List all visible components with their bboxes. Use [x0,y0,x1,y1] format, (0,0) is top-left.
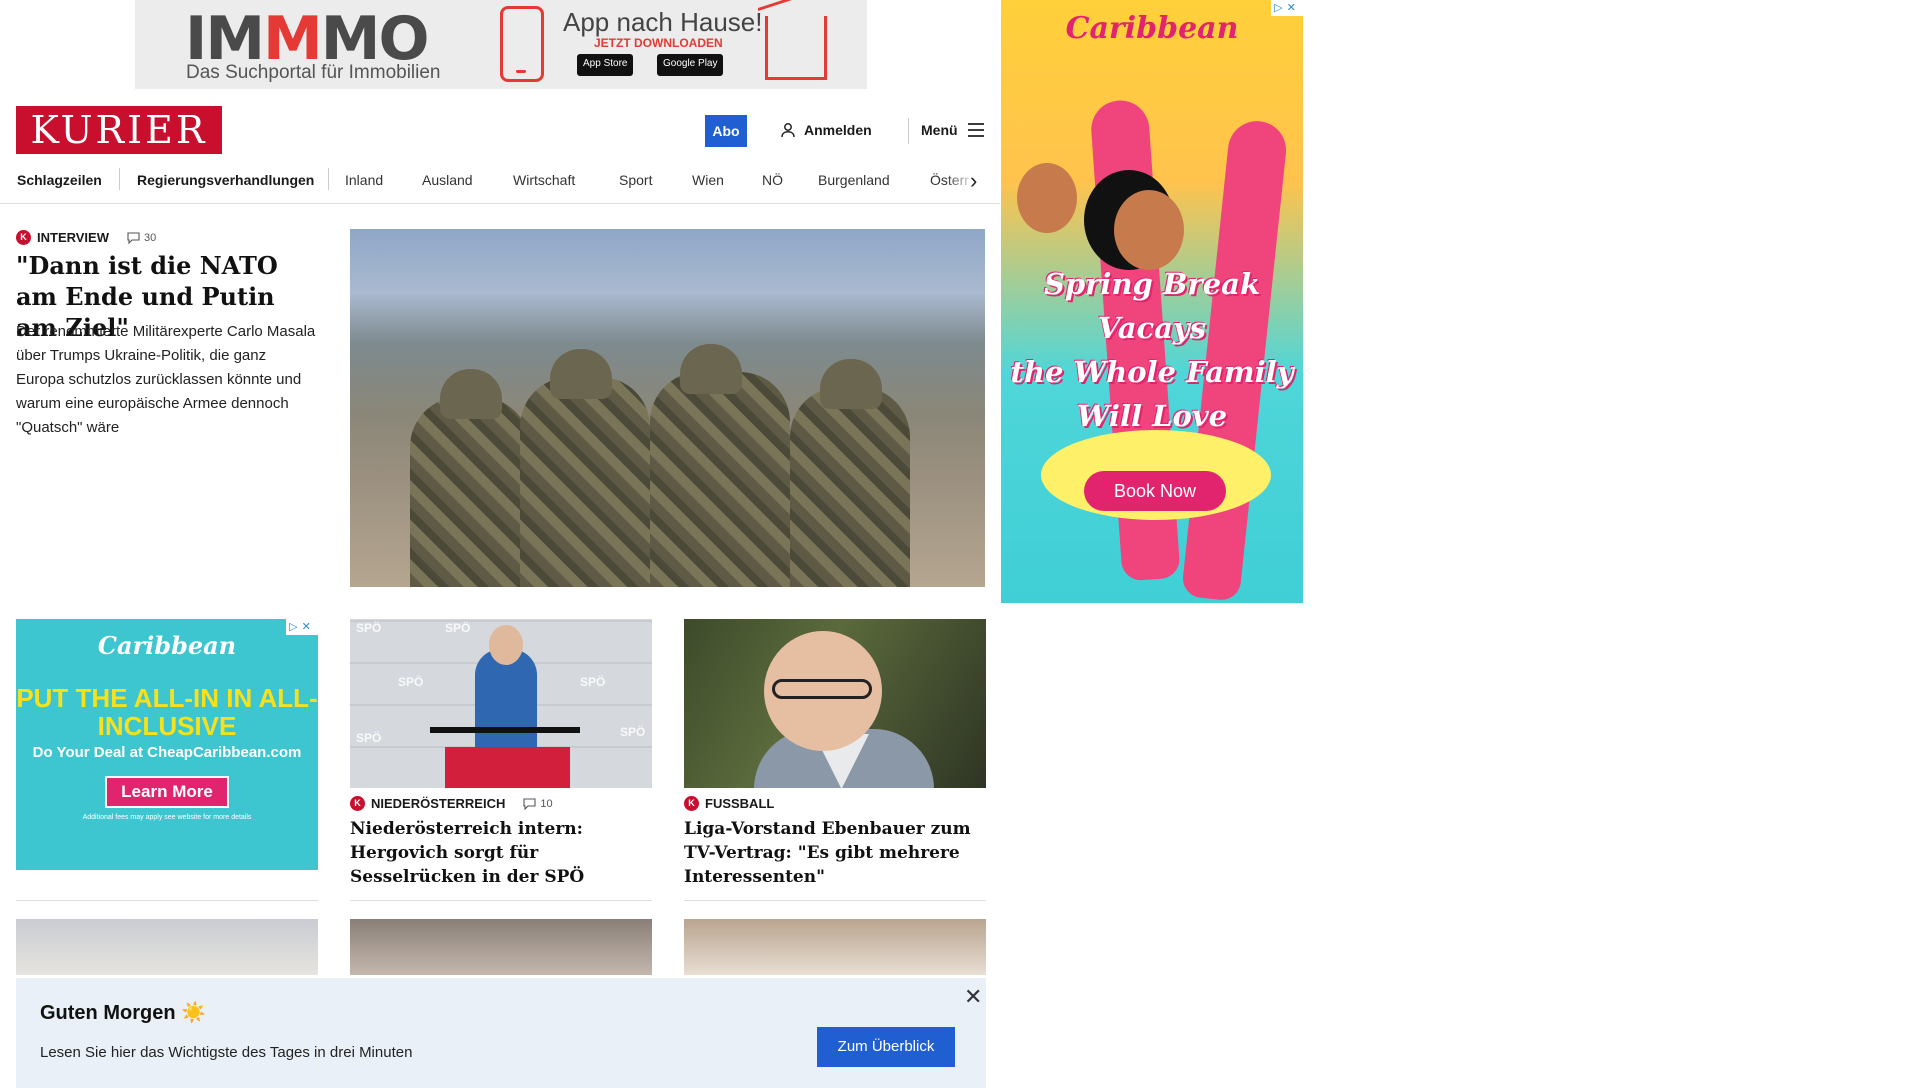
learn-more-button[interactable]: Learn More [105,776,229,808]
ad-choices-icon[interactable]: ▷✕ [286,619,318,635]
top-banner-ad[interactable]: IMMMO Das Suchportal für Immobilien App … [135,0,867,89]
banner-title: Guten Morgen ☀️ [40,1002,207,1024]
card-kicker-label: NIEDERÖSTERREICH [371,796,506,811]
person-figure [1017,163,1077,233]
ad-brand: Caribbean [97,631,237,660]
image-text: SPÖ [620,725,646,739]
comment-icon [127,231,140,244]
ad-brand: Caribbean [1065,11,1239,46]
comment-icon [523,797,536,810]
image-text: SPÖ [445,621,471,635]
nav-item-noe[interactable]: NÖ [762,172,783,188]
nav-divider [119,168,120,190]
login-button[interactable]: Anmelden [780,122,872,138]
card-comments[interactable]: 10 [523,797,553,810]
hero-kicker-label: INTERVIEW [37,230,109,245]
google-play-button[interactable]: Google Play [657,54,724,76]
row-divider [684,900,986,901]
image-text: SPÖ [580,675,606,689]
app-store-button[interactable]: App Store [577,54,634,76]
card-kicker: K FUSSBALL [684,796,774,811]
nav-item-ausland[interactable]: Ausland [422,172,473,188]
kurier-k-icon: K [684,796,699,811]
hero-teaser[interactable]: Der renommierte Militärexperte Carlo Mas… [16,320,316,440]
row-divider [16,900,318,901]
card-headline[interactable]: Niederösterreich intern: Hergovich sorgt… [350,817,652,889]
house-icon [765,16,827,80]
slogan-line: the Whole Family [1010,355,1294,389]
card-kicker: K NIEDERÖSTERREICH 10 [350,796,553,811]
login-label: Anmelden [804,122,872,138]
hero-comments[interactable]: 30 [127,232,156,244]
menu-button[interactable]: Menü [921,122,984,138]
caribbean-ad-small[interactable]: ▷✕ Caribbean PUT THE ALL-IN IN ALL-INCLU… [16,619,318,870]
ad-subline: Do Your Deal at CheapCaribbean.com [32,744,302,761]
ad-fineprint: Additional fees may apply see website fo… [82,814,252,821]
article-image[interactable] [684,919,986,975]
slogan-line: Spring Break Vacays [1043,267,1261,345]
card-headline[interactable]: Liga-Vorstand Ebenbauer zum TV-Vertrag: … [684,817,986,889]
menu-label: Menü [921,122,958,138]
kurier-k-icon: K [16,230,31,245]
ad-headline: PUT THE ALL-IN IN ALL-INCLUSIVE [16,683,318,741]
hero-comment-count: 30 [144,231,157,244]
nav-divider [328,168,329,190]
ad-headline: App nach Hause! [563,7,763,37]
hero-kicker: K INTERVIEW 30 [16,230,156,245]
soldier-figure [790,359,910,587]
header-divider [908,118,909,144]
soldier-figure [410,369,530,587]
image-text: SPÖ [356,731,382,745]
section-nav: Schlagzeilen Regierungsverhandlungen Inl… [0,164,1000,204]
morning-briefing-banner: Guten Morgen ☀️ Lesen Sie hier das Wicht… [16,978,986,1088]
image-text: SPÖ [356,621,382,635]
hamburger-icon [967,123,984,137]
slogan-line: Will Love [1076,399,1228,433]
nav-item-schlagzeilen[interactable]: Schlagzeilen [17,172,102,188]
hero-image[interactable] [350,229,985,587]
nav-item-wien[interactable]: Wien [692,172,724,188]
overview-button[interactable]: Zum Überblick [817,1027,955,1067]
row-divider [350,900,652,901]
kurier-k-icon: K [350,796,365,811]
nav-item-inland[interactable]: Inland [345,172,383,188]
nav-item-wirtschaft[interactable]: Wirtschaft [513,172,575,188]
close-icon[interactable]: ✕ [964,984,982,1010]
nav-item-sport[interactable]: Sport [619,172,652,188]
article-image[interactable] [350,919,652,975]
chevron-right-icon[interactable]: › [970,168,977,194]
article-image-spoe[interactable]: SPÖ SPÖ SPÖ SPÖ SPÖ SPÖ [350,619,652,788]
ad-tagline: Das Suchportal für Immobilien [186,62,441,83]
nav-item-burgenland[interactable]: Burgenland [818,172,890,188]
soldier-figure [650,344,790,587]
soldier-figure [520,349,650,587]
person-figure [1114,190,1184,270]
nav-item-regierungsverhandlungen[interactable]: Regierungsverhandlungen [137,172,314,188]
image-text: SPÖ [398,675,424,689]
kurier-logo[interactable]: KURIER [16,106,222,154]
banner-text: Lesen Sie hier das Wichtigste des Tages … [40,1044,413,1061]
card-comment-count: 10 [540,797,553,810]
article-image-liga[interactable] [684,619,986,788]
card-kicker-label: FUSSBALL [705,796,775,811]
book-now-button[interactable]: Book Now [1084,471,1226,511]
abo-button[interactable]: Abo [705,115,747,147]
phone-icon [500,6,544,82]
user-icon [781,123,795,138]
article-image[interactable] [16,919,318,975]
ad-slogan: Spring Break Vacays the Whole Family Wil… [1001,262,1303,438]
caribbean-ad-skyscraper[interactable]: ▷✕ Caribbean Spring Break Vacays the Who… [1001,0,1303,603]
ad-cta: JETZT DOWNLOADEN [594,36,723,50]
